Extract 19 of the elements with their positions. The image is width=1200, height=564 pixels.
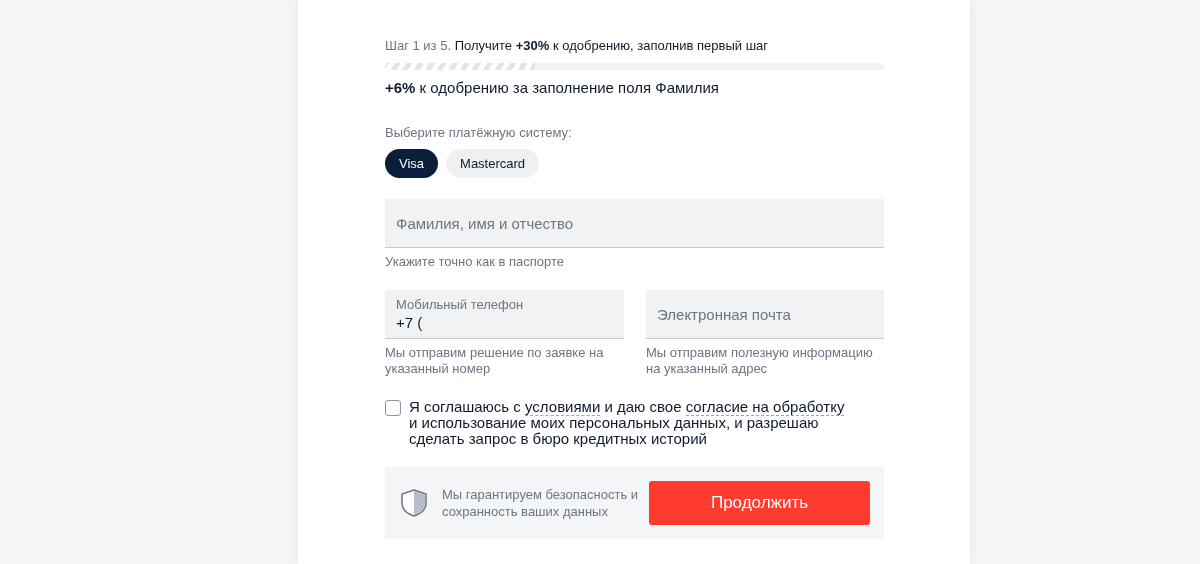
consent-text: Я соглашаюсь с условиями и даю свое согласие на обработку и использование моих персональных данных, и разрешаю сделать запрос в бюро кредитных историй — [409, 399, 846, 447]
email-hint: Мы отправим полезную информацию на указанный адрес — [646, 345, 874, 377]
step-counter: Шаг 1 из 5. — [385, 38, 451, 53]
bonus-text: +6% к одобрению за заполнение поля Фамилия — [385, 79, 720, 96]
payment-option[interactable]: Mastercard — [446, 149, 540, 178]
payment-label: Выберите платёжную систему: — [385, 125, 573, 140]
consent-link[interactable]: согласие на обработку — [685, 398, 845, 416]
consent-link[interactable]: условиями — [525, 398, 601, 416]
name-field[interactable]: Фамилия, имя и отчество — [385, 199, 884, 248]
continue-button[interactable]: Продолжить — [649, 481, 870, 525]
email-field[interactable]: Электронная почта — [646, 290, 884, 339]
promo-text: Получите +30% к одобрению, заполнив первый шаг — [454, 38, 769, 53]
phone-hint: Мы отправим решение по заявке на указанный номер — [385, 345, 605, 377]
security-note: Мы гарантируем безопасность и сохранность ваших данных — [442, 486, 640, 520]
payment-option[interactable]: Visa — [385, 149, 439, 178]
shield-icon — [400, 488, 428, 518]
name-hint: Укажите точно как в паспорте — [385, 254, 566, 270]
phone-label: Мобильный телефон — [396, 297, 524, 312]
consent-checkbox[interactable] — [385, 400, 401, 416]
